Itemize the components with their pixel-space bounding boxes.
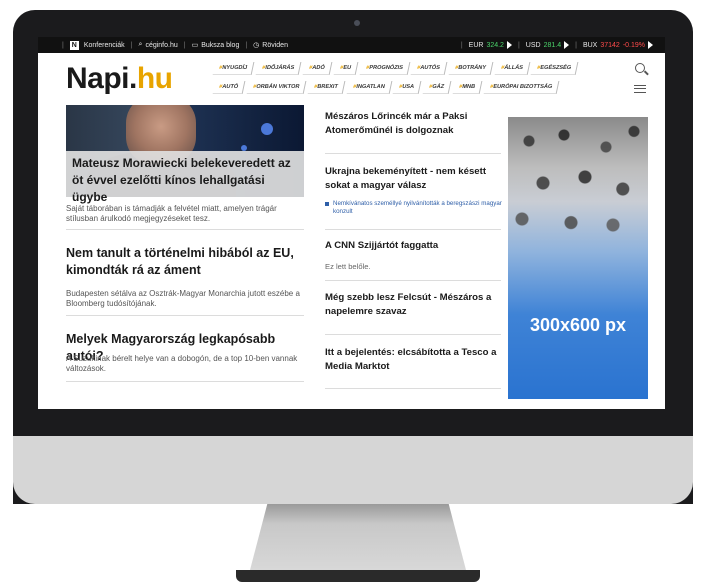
crowd-image <box>508 117 648 237</box>
article-2-lead: Budapesten sétálva az Osztrák-Magyar Mon… <box>66 289 300 308</box>
ceginfo-link[interactable]: ⌕ céginfo.hu <box>139 41 178 49</box>
tag-nav: #NYUGDÍJ #IDŐJÁRÁS #ADÓ #EU #PROGNÓZIS #AUTÓS… <box>212 62 614 100</box>
hamburger-menu-icon[interactable] <box>634 85 646 93</box>
ad-banner[interactable]: 300x600 px <box>508 117 648 399</box>
tag-adó[interactable]: #ADÓ <box>302 62 332 75</box>
conferences-link[interactable]: N Konferenciák <box>69 40 125 50</box>
monitor-chin <box>13 436 693 504</box>
tag-gáz[interactable]: #GÁZ <box>423 81 452 94</box>
clock-icon: ◷ <box>253 42 260 49</box>
camera-dot <box>354 20 360 26</box>
tag-autós[interactable]: #AUTÓS <box>410 62 448 75</box>
middle-article-4[interactable]: Még szebb lesz Felcsút - Mészáros a nape… <box>325 291 505 319</box>
middle-article-3-sub: Ez lett belőle. <box>325 262 371 271</box>
divider <box>325 153 501 154</box>
search-small-icon: ⌕ <box>138 41 143 48</box>
monitor-foot <box>236 570 480 582</box>
tag-mnb[interactable]: #MNB <box>452 81 483 94</box>
divider <box>66 381 304 382</box>
divider <box>325 229 501 230</box>
divider <box>325 280 501 281</box>
tag-időjárás[interactable]: #IDŐJÁRÁS <box>255 62 302 75</box>
site-logo[interactable]: Napi.hu <box>66 62 173 96</box>
tag-európai-bizottság[interactable]: #EURÓPAI BIZOTTSÁG <box>483 81 560 94</box>
tag-ingatlan[interactable]: #INGATLAN <box>346 81 392 94</box>
play-arrow-icon <box>506 41 512 49</box>
browser-screen: | N Konferenciák | ⌕ céginfo.hu | ▭ Buks… <box>38 37 665 409</box>
tag-orbán-viktor[interactable]: #ORBÁN VIKTOR <box>246 81 307 94</box>
tag-usa[interactable]: #USA <box>393 81 422 94</box>
usd-rate[interactable]: USD 281.4 <box>526 41 570 49</box>
hero-headline[interactable]: Mateusz Morawiecki belekeveredett az öt … <box>66 151 304 204</box>
tag-prognózis[interactable]: #PROGNÓZIS <box>359 62 410 75</box>
related-link[interactable]: Nemkívánatos személlyé nyilvánították a … <box>325 200 503 216</box>
blog-link[interactable]: ▭ Buksza blog <box>191 41 240 50</box>
divider <box>325 388 501 389</box>
monitor-stand <box>250 504 466 570</box>
tag-brexit[interactable]: #BREXIT <box>307 81 346 94</box>
n-logo-icon: N <box>69 40 79 50</box>
middle-article-1[interactable]: Mészáros Lőrincék már a Paksi Atomerőműn… <box>325 110 505 138</box>
article-3-lead: A Suzukinak bérelt helye van a dobogón, … <box>66 354 298 373</box>
tag-nyugdíj[interactable]: #NYUGDÍJ <box>212 62 255 75</box>
play-arrow-icon <box>648 41 653 49</box>
ad-size-label: 300x600 px <box>529 315 627 335</box>
middle-article-2[interactable]: Ukrajna bekeményített - nem késett sokat… <box>325 165 505 193</box>
divider <box>66 229 304 230</box>
search-icon[interactable] <box>635 63 645 73</box>
hero-lead: Saját táborában is támadják a felvétel m… <box>66 204 277 223</box>
divider <box>66 315 304 316</box>
middle-article-3[interactable]: A CNN Szijjártót faggatta <box>325 239 505 253</box>
tag-állás[interactable]: #ÁLLÁS <box>494 62 530 75</box>
tag-egészség[interactable]: #EGÉSZSÉG <box>531 62 579 75</box>
tag-eu[interactable]: #EU <box>333 62 358 75</box>
briefcase-icon: ▭ <box>191 42 199 49</box>
tag-autó[interactable]: #AUTÓ <box>212 81 246 94</box>
eur-rate[interactable]: EUR 324.2 <box>469 41 512 49</box>
briefly-link[interactable]: ◷ Röviden <box>253 41 288 50</box>
divider <box>325 334 501 335</box>
tag-row-2: #AUTÓ #ORBÁN VIKTOR #BREXIT #INGATLAN #USA #G… <box>212 81 614 94</box>
bux-rate[interactable]: BUX 37142 -0.19% <box>583 41 653 49</box>
play-arrow-icon <box>564 41 570 49</box>
tag-row-1: #NYUGDÍJ #IDŐJÁRÁS #ADÓ #EU #PROGNÓZIS #AUTÓS… <box>212 62 614 75</box>
top-bar: | N Konferenciák | ⌕ céginfo.hu | ▭ Buks… <box>38 37 665 53</box>
article-2-headline[interactable]: Nem tanult a történelmi hibából az EU, k… <box>66 245 306 279</box>
middle-article-5[interactable]: Itt a bejelentés: elcsábította a Tesco a… <box>325 346 505 374</box>
tag-botrány[interactable]: #BOTRÁNY <box>448 62 494 75</box>
